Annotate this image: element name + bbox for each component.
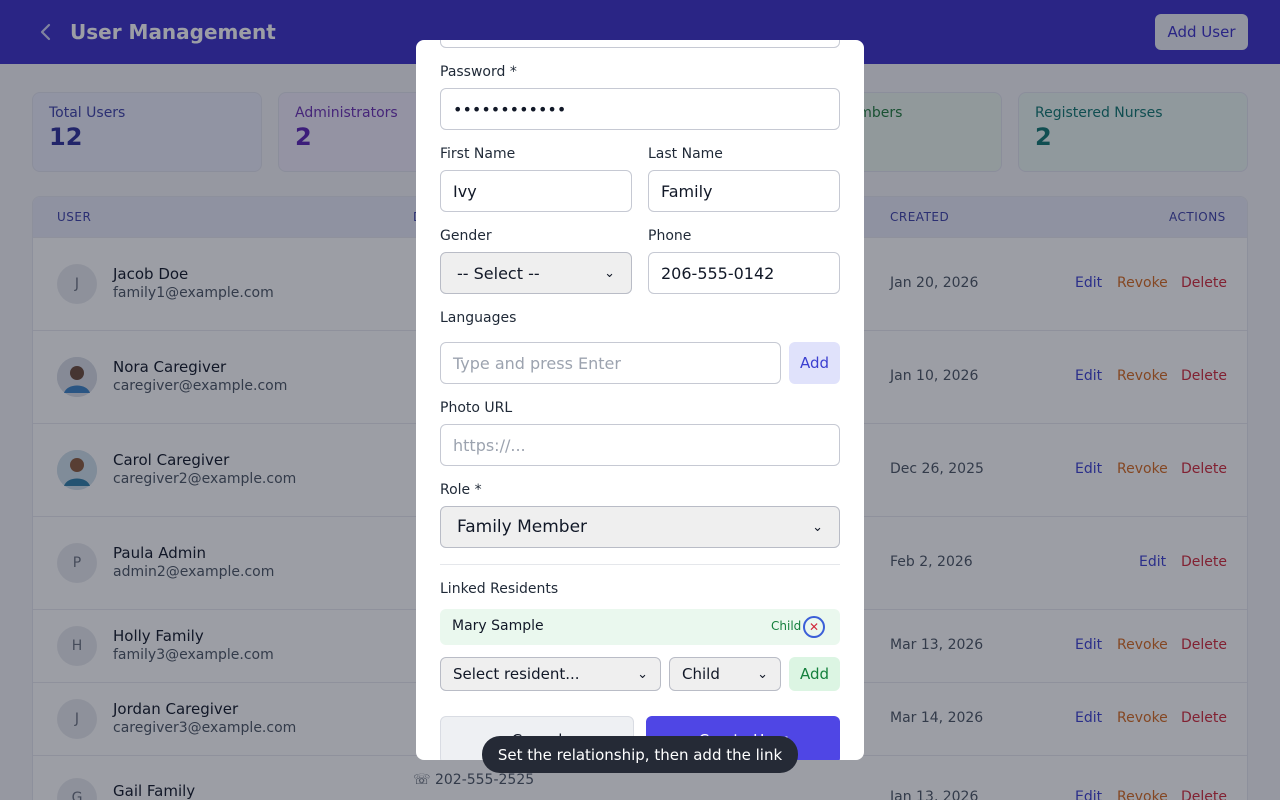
- add-language-button[interactable]: Add: [789, 342, 840, 384]
- password-label: Password *: [440, 64, 517, 80]
- chevron-down-icon: ⌄: [637, 666, 648, 682]
- chevron-down-icon: ⌄: [757, 666, 768, 682]
- relation-selected: Child: [682, 665, 720, 683]
- resident-select[interactable]: Select resident... ⌄: [440, 657, 661, 691]
- remove-link-button[interactable]: ✕: [803, 616, 825, 638]
- role-select[interactable]: Family Member ⌄: [440, 506, 840, 548]
- photo-url-label: Photo URL: [440, 400, 513, 416]
- linked-resident-item: Mary Sample Child ✕: [440, 609, 840, 645]
- email-field[interactable]: [440, 40, 840, 48]
- chevron-down-icon: ⌄: [812, 519, 823, 535]
- gender-label: Gender: [440, 228, 492, 244]
- phone-label: Phone: [648, 228, 692, 244]
- gender-select[interactable]: -- Select -- ⌄: [440, 252, 632, 294]
- first-name-field[interactable]: Ivy: [440, 170, 632, 212]
- first-name-label: First Name: [440, 146, 516, 162]
- linked-resident-name: Mary Sample: [452, 618, 544, 634]
- languages-input[interactable]: Type and press Enter: [440, 342, 781, 384]
- role-selected: Family Member: [457, 517, 588, 537]
- role-label: Role *: [440, 482, 482, 498]
- relation-select[interactable]: Child ⌄: [669, 657, 781, 691]
- photo-url-input[interactable]: https://...: [440, 424, 840, 466]
- hint-toast: Set the relationship, then add the link: [482, 736, 798, 773]
- linked-residents-label: Linked Residents: [440, 581, 559, 597]
- create-user-dialog: Password * •••••••••••• First Name Ivy L…: [416, 40, 864, 760]
- resident-selected: Select resident...: [453, 665, 580, 683]
- phone-field[interactable]: 206-555-0142: [648, 252, 840, 294]
- last-name-label: Last Name: [648, 146, 723, 162]
- last-name-field[interactable]: Family: [648, 170, 840, 212]
- close-icon: ✕: [808, 620, 820, 634]
- linked-resident-relation: Child: [771, 619, 802, 633]
- divider: [440, 564, 840, 565]
- password-field[interactable]: ••••••••••••: [440, 88, 840, 130]
- add-link-button[interactable]: Add: [789, 657, 840, 691]
- languages-label: Languages: [440, 310, 517, 326]
- gender-selected: -- Select --: [457, 263, 540, 283]
- chevron-down-icon: ⌄: [604, 265, 615, 281]
